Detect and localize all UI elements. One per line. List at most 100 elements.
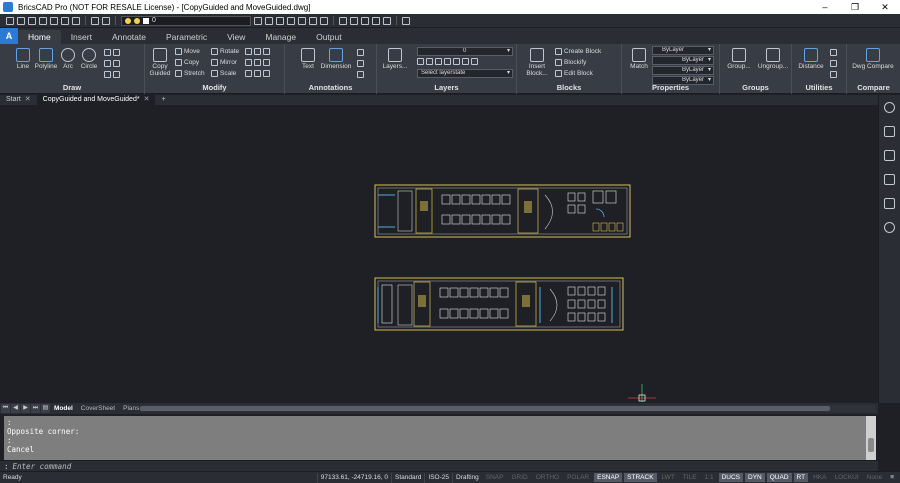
last-layout-icon[interactable]: ⏭ xyxy=(31,404,40,413)
layers-panel-icon[interactable] xyxy=(884,150,895,161)
redo-icon[interactable] xyxy=(102,16,110,25)
none-toggle[interactable]: None xyxy=(864,473,886,482)
copy-guided-tool[interactable]: Copy Guided xyxy=(147,48,173,77)
annotation-tool[interactable] xyxy=(357,60,364,67)
layer-tools-row[interactable] xyxy=(417,58,478,65)
strack-toggle[interactable]: STRACK xyxy=(624,473,657,482)
layer-tool-icon[interactable] xyxy=(309,16,317,25)
lwt-toggle[interactable]: LWT xyxy=(659,473,678,482)
layer-tool-icon[interactable] xyxy=(276,16,284,25)
lineweight-combo[interactable]: ByLayer ▾ xyxy=(652,66,714,75)
layer-tool-icon[interactable] xyxy=(265,16,273,25)
quick-layer-combo[interactable]: 0 xyxy=(121,15,251,26)
trim-tool[interactable] xyxy=(245,48,270,55)
rectangle-tool[interactable] xyxy=(104,49,120,56)
coordinates-readout[interactable]: 97133.61, -24719.16, 0 xyxy=(316,472,391,483)
hint-icon[interactable] xyxy=(884,102,895,113)
move-button[interactable]: Move xyxy=(175,48,200,55)
circle-tool[interactable]: Circle xyxy=(78,48,100,70)
save-as-icon[interactable] xyxy=(39,16,47,25)
layer-tool-icon[interactable] xyxy=(298,16,306,25)
arc-tool[interactable]: Arc xyxy=(58,48,78,70)
edit-block-button[interactable]: Edit Block xyxy=(555,70,593,77)
drawing-explorer-icon[interactable] xyxy=(884,174,895,185)
dimension-tool[interactable]: Dimension xyxy=(319,48,353,70)
mirror-button[interactable]: Mirror xyxy=(211,59,237,66)
new-file-icon[interactable] xyxy=(6,16,14,25)
hatch-tool[interactable] xyxy=(104,71,120,78)
floor-plan-1[interactable] xyxy=(374,184,631,238)
scrollbar-thumb[interactable] xyxy=(868,438,874,452)
annotation-tool[interactable] xyxy=(357,71,364,78)
annotation-tool[interactable] xyxy=(357,49,364,56)
create-block-button[interactable]: Create Block xyxy=(555,48,601,55)
layerstate-combo[interactable]: Select layerstate ▾ xyxy=(417,69,513,78)
workspace-item[interactable]: Drafting xyxy=(452,472,482,483)
library-icon[interactable] xyxy=(884,198,895,209)
text-tool[interactable]: Text xyxy=(297,48,319,70)
tab-manage[interactable]: Manage xyxy=(255,30,306,44)
save-icon[interactable] xyxy=(28,16,36,25)
open-file-icon[interactable] xyxy=(17,16,25,25)
group-tool[interactable]: Group... xyxy=(724,48,754,70)
publish-icon[interactable] xyxy=(72,16,80,25)
dyn-toggle[interactable]: DYN xyxy=(745,473,765,482)
application-menu-button[interactable]: A xyxy=(0,28,18,44)
ortho-toggle[interactable]: ORTHO xyxy=(533,473,562,482)
line-tool[interactable]: Line xyxy=(12,48,34,70)
tile-toggle[interactable]: TILE xyxy=(680,473,700,482)
undo-icon[interactable] xyxy=(91,16,99,25)
minimize-button[interactable]: – xyxy=(810,0,840,14)
tab-home[interactable]: Home xyxy=(18,30,61,44)
help-icon[interactable] xyxy=(402,16,410,25)
tab-insert[interactable]: Insert xyxy=(61,30,102,44)
linetype-combo[interactable]: ByLayer ▾ xyxy=(652,56,714,65)
utility-tool[interactable] xyxy=(830,60,837,67)
close-icon[interactable]: ✕ xyxy=(25,95,31,105)
tab-annotate[interactable]: Annotate xyxy=(102,30,156,44)
close-icon[interactable]: ✕ xyxy=(144,95,150,105)
plot-icon[interactable] xyxy=(61,16,69,25)
floor-plan-2[interactable] xyxy=(374,277,624,331)
layers-tool[interactable]: Layers... xyxy=(381,48,409,70)
tab-start[interactable]: Start ✕ xyxy=(0,95,37,105)
layer-combo[interactable]: 0 ▾ xyxy=(417,47,513,56)
settings-icon[interactable] xyxy=(350,16,358,25)
text-style-item[interactable]: Standard xyxy=(391,472,424,483)
layout-list-icon[interactable]: ▤ xyxy=(41,404,50,413)
rotate-button[interactable]: Rotate xyxy=(211,48,239,55)
new-tab-button[interactable]: + xyxy=(155,95,171,105)
color-combo[interactable]: ByLayer ▾ xyxy=(652,46,714,55)
tab-view[interactable]: View xyxy=(217,30,255,44)
insert-block-tool[interactable]: Insert Block... xyxy=(523,48,551,77)
menu-icon[interactable]: ≡ xyxy=(887,473,897,482)
distance-tool[interactable]: Distance xyxy=(796,48,826,70)
gear-icon[interactable] xyxy=(361,16,369,25)
layer-tool-icon[interactable] xyxy=(287,16,295,25)
render-icon[interactable] xyxy=(339,16,347,25)
dwg-compare-tool[interactable]: Dwg Compare xyxy=(851,48,895,70)
offset-tool[interactable] xyxy=(245,59,270,66)
customize-icon[interactable] xyxy=(383,16,391,25)
command-input[interactable]: : Enter command xyxy=(0,460,878,471)
esnap-toggle[interactable]: ESNAP xyxy=(594,473,623,482)
rt-toggle[interactable]: RT xyxy=(793,473,809,482)
cloud-icon[interactable] xyxy=(884,222,895,233)
grid-toggle[interactable]: GRID xyxy=(508,473,530,482)
command-scrollbar[interactable] xyxy=(866,416,876,460)
dim-style-item[interactable]: ISO-25 xyxy=(424,472,452,483)
layer-tool-icon[interactable] xyxy=(254,16,262,25)
horizontal-scrollbar[interactable] xyxy=(140,405,875,412)
blockify-button[interactable]: Blockify xyxy=(555,59,586,66)
properties-icon[interactable] xyxy=(884,126,895,137)
drawing-explorer-icon[interactable] xyxy=(372,16,380,25)
scale-button[interactable]: Scale xyxy=(211,70,236,77)
scrollbar-thumb[interactable] xyxy=(140,406,830,411)
next-layout-icon[interactable]: ▶ xyxy=(21,404,30,413)
copy-button[interactable]: Copy xyxy=(175,59,199,66)
maximize-button[interactable]: ❐ xyxy=(840,0,870,14)
tab-output[interactable]: Output xyxy=(306,30,352,44)
tab-model[interactable]: Model xyxy=(50,405,77,412)
tab-coversheet[interactable]: CoverSheet xyxy=(77,405,119,412)
quad-toggle[interactable]: QUAD xyxy=(766,473,792,482)
